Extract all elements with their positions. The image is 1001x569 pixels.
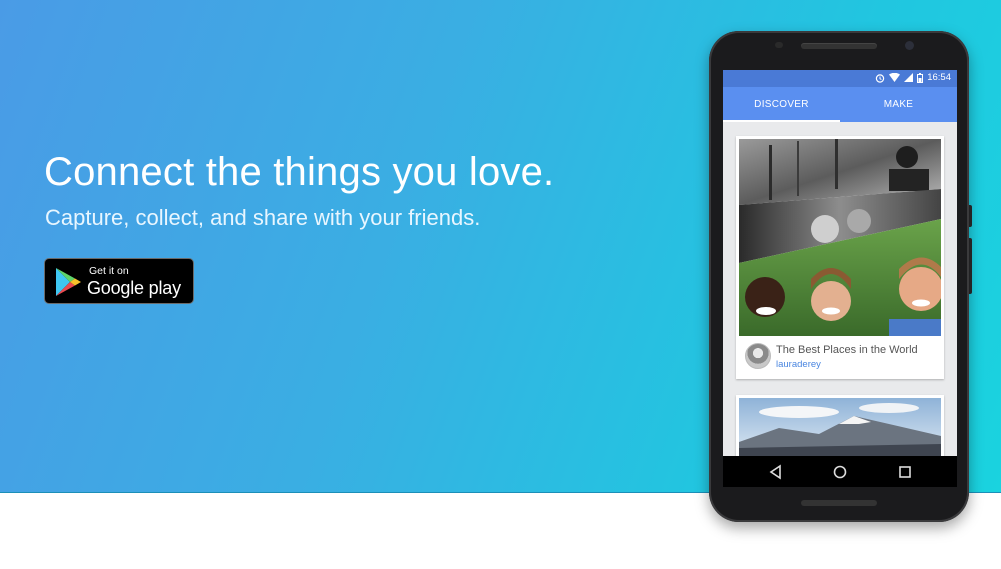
hero-subhead: Capture, collect, and share with your fr…: [45, 205, 481, 230]
avatar[interactable]: [745, 343, 771, 369]
phone-sensor: [775, 42, 783, 48]
phone-camera: [905, 41, 914, 50]
back-icon[interactable]: [767, 463, 785, 481]
recents-icon[interactable]: [896, 463, 914, 481]
badge-big-text: Google play: [87, 278, 181, 298]
wifi-icon: [889, 73, 901, 82]
android-nav-bar: [723, 456, 957, 487]
status-time: 16:54: [927, 72, 951, 83]
phone-speaker-bottom: [801, 500, 877, 506]
card-username-link[interactable]: lauraderey: [776, 359, 821, 370]
signal-icon: [904, 73, 914, 82]
phone-mockup: 16:54 DISCOVER MAKE The Best Places in t…: [709, 31, 969, 522]
card-title[interactable]: The Best Places in the World: [776, 344, 918, 356]
phone-speaker-top: [801, 43, 877, 49]
collection-card[interactable]: The Best Places in the World lauraderey: [736, 136, 944, 379]
status-bar: 16:54: [723, 70, 957, 87]
card-meta: The Best Places in the World lauraderey: [736, 336, 944, 379]
card-mountain-photo: [739, 398, 941, 458]
tab-discover[interactable]: DISCOVER: [723, 87, 840, 122]
alarm-icon: [876, 73, 885, 83]
hero-headline: Connect the things you love.: [44, 150, 555, 194]
tab-make[interactable]: MAKE: [840, 87, 957, 122]
google-play-badge-button[interactable]: Get it on Google play: [44, 258, 194, 304]
battery-icon: [917, 72, 924, 83]
google-play-icon: [56, 268, 81, 296]
card-photo-collage: [739, 139, 941, 336]
phone-screen: 16:54 DISCOVER MAKE The Best Places in t…: [723, 70, 957, 487]
badge-small-text: Get it on: [89, 265, 129, 277]
home-icon[interactable]: [831, 463, 849, 481]
tab-bar: DISCOVER MAKE: [723, 87, 957, 122]
